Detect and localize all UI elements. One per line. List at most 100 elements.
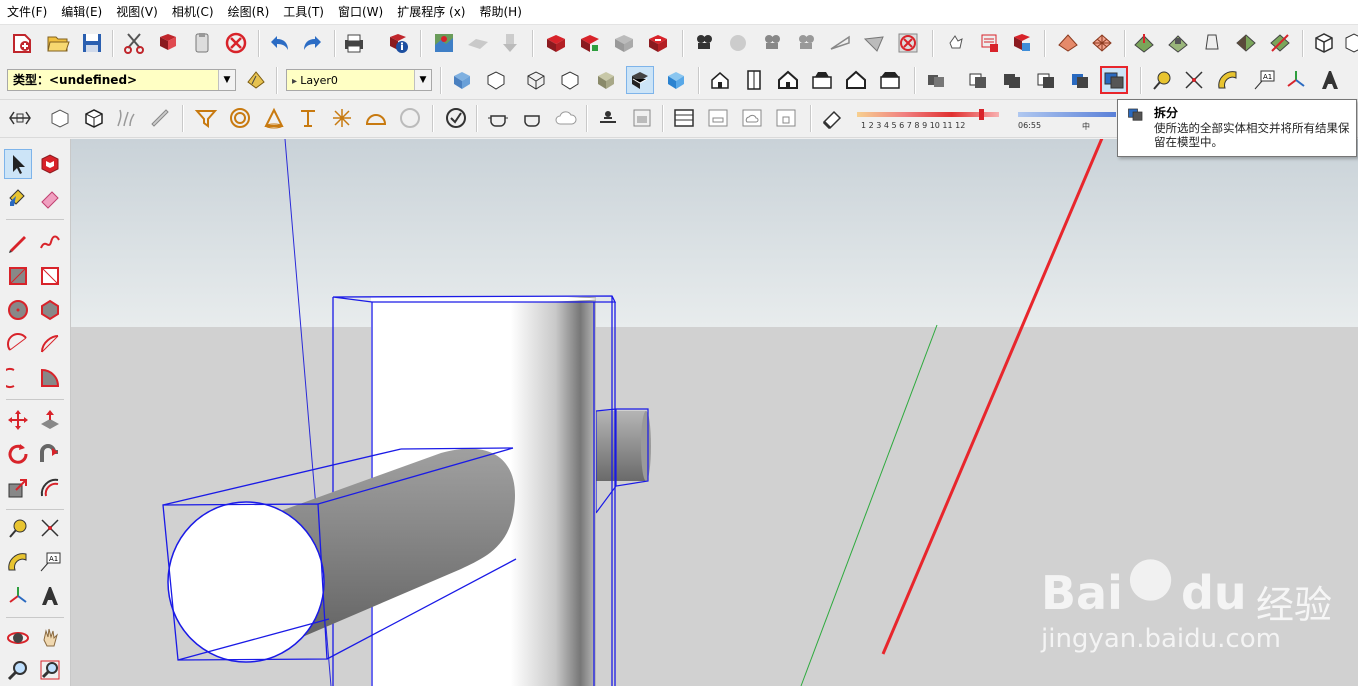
- scale-icon[interactable]: [4, 473, 32, 503]
- push-pull-icon[interactable]: [36, 405, 64, 435]
- delete-camera-icon[interactable]: [894, 29, 922, 57]
- back-edges-icon[interactable]: [482, 66, 510, 94]
- paint-bucket-icon[interactable]: [4, 183, 32, 213]
- sandbox-box-icon[interactable]: [46, 104, 74, 132]
- erase-delete-icon[interactable]: [222, 29, 250, 57]
- month-slider-thumb[interactable]: [979, 109, 984, 120]
- render-settings-icon[interactable]: [594, 104, 622, 132]
- photo-texture-icon[interactable]: [496, 29, 524, 57]
- flip-edge-icon[interactable]: [1266, 29, 1294, 57]
- model-viewport[interactable]: Bai ● du 经验 jingyan.baidu.com: [71, 139, 1358, 686]
- front-view-icon[interactable]: [774, 66, 802, 94]
- sphere-icon[interactable]: [396, 104, 424, 132]
- cone-icon[interactable]: [260, 104, 288, 132]
- funnel-icon[interactable]: [192, 104, 220, 132]
- paste-icon[interactable]: [188, 29, 216, 57]
- menu-help[interactable]: 帮助(H): [472, 0, 528, 24]
- component-cube-icon[interactable]: [1310, 29, 1338, 57]
- section-plane-icon[interactable]: [6, 104, 34, 132]
- offset-icon[interactable]: [36, 473, 64, 503]
- polygon-icon[interactable]: [36, 295, 64, 325]
- trim-icon[interactable]: [1066, 66, 1094, 94]
- window-frame-icon[interactable]: [670, 104, 698, 132]
- target-icon[interactable]: [226, 104, 254, 132]
- rotate-icon[interactable]: [4, 439, 32, 469]
- layout-send-icon[interactable]: [976, 29, 1004, 57]
- pencil-line-icon[interactable]: [4, 227, 32, 257]
- menu-file[interactable]: 文件(F): [0, 0, 54, 24]
- style-builder-icon[interactable]: [1008, 29, 1036, 57]
- menu-edit[interactable]: 编辑(E): [54, 0, 109, 24]
- cloud-frame-icon[interactable]: [738, 104, 766, 132]
- teapot-icon[interactable]: [484, 104, 512, 132]
- share-component-icon[interactable]: [610, 29, 638, 57]
- tape-measure-icon[interactable]: [1148, 66, 1176, 94]
- smoove-icon[interactable]: [1130, 29, 1158, 57]
- time-slider[interactable]: [1018, 112, 1116, 117]
- pie-icon[interactable]: [36, 363, 64, 393]
- split-button[interactable]: [1100, 66, 1128, 94]
- move-icon[interactable]: [4, 405, 32, 435]
- right-view-icon[interactable]: [808, 66, 836, 94]
- entity-type-field[interactable]: 类型：<undefined> ▼: [7, 69, 236, 91]
- menu-camera[interactable]: 相机(C): [165, 0, 221, 24]
- camera-match-icon[interactable]: [792, 29, 820, 57]
- text-tool-icon[interactable]: A1: [1250, 66, 1278, 94]
- clear-location-icon[interactable]: [724, 29, 752, 57]
- stamp-icon[interactable]: [1164, 29, 1192, 57]
- chevron-down-icon[interactable]: ▼: [218, 70, 235, 90]
- share-model-icon[interactable]: [576, 29, 604, 57]
- teapot-hand-icon[interactable]: [518, 104, 546, 132]
- three-point-arc-icon[interactable]: [4, 363, 32, 393]
- dome-icon[interactable]: [362, 104, 390, 132]
- freehand-icon[interactable]: [36, 227, 64, 257]
- cut-icon[interactable]: [120, 29, 148, 57]
- back-view-icon[interactable]: [842, 66, 870, 94]
- sandbox-contours-icon[interactable]: [1054, 29, 1082, 57]
- menu-view[interactable]: 视图(V): [109, 0, 165, 24]
- dimension-icon[interactable]: [1180, 66, 1208, 94]
- monochrome-icon[interactable]: [662, 66, 690, 94]
- lock-frame-icon[interactable]: [772, 104, 800, 132]
- hidden-line-icon[interactable]: [556, 66, 584, 94]
- select-arrow-icon[interactable]: [4, 149, 32, 179]
- month-slider[interactable]: [857, 112, 999, 117]
- add-detail-icon[interactable]: [1232, 29, 1260, 57]
- rotated-rectangle-icon[interactable]: [36, 261, 64, 291]
- pan-hand-icon[interactable]: [36, 623, 64, 653]
- terrain-icon[interactable]: [464, 29, 492, 57]
- geo-location-icon[interactable]: [430, 29, 458, 57]
- 3d-text-icon[interactable]: [1316, 66, 1344, 94]
- print-icon[interactable]: [340, 29, 368, 57]
- two-point-arc-icon[interactable]: [36, 329, 64, 359]
- dimension-tool-icon[interactable]: [36, 513, 64, 543]
- top-view-icon[interactable]: [740, 66, 768, 94]
- component-cube-2-icon[interactable]: [1340, 29, 1358, 57]
- undo-icon[interactable]: [266, 29, 294, 57]
- paint-stroke-icon[interactable]: [146, 104, 174, 132]
- text-label-icon[interactable]: A1: [36, 547, 64, 577]
- zoom-icon[interactable]: [4, 655, 32, 685]
- menu-tools[interactable]: 工具(T): [276, 0, 331, 24]
- chevron-down-icon[interactable]: ▼: [414, 70, 431, 90]
- zoom-window-icon[interactable]: [36, 655, 64, 685]
- burst-icon[interactable]: [328, 104, 356, 132]
- union-icon[interactable]: [998, 66, 1026, 94]
- orbit-icon[interactable]: [4, 623, 32, 653]
- intersect-icon[interactable]: [964, 66, 992, 94]
- sandbox-scratch-icon[interactable]: [1088, 29, 1116, 57]
- warehouse-icon[interactable]: [542, 29, 570, 57]
- left-view-icon[interactable]: [876, 66, 904, 94]
- axes-icon[interactable]: [1282, 66, 1310, 94]
- cloud-icon[interactable]: [552, 104, 580, 132]
- protractor-tool-icon[interactable]: [4, 547, 32, 577]
- tape-measure-tool-icon[interactable]: [4, 513, 32, 543]
- grass-icon[interactable]: [112, 104, 140, 132]
- menu-extensions[interactable]: 扩展程序 (x): [390, 0, 472, 24]
- paint-layer-icon[interactable]: [242, 66, 270, 94]
- menu-window[interactable]: 窗口(W): [331, 0, 390, 24]
- save-icon[interactable]: [78, 29, 106, 57]
- new-file-icon[interactable]: [8, 29, 36, 57]
- drape-icon[interactable]: [1198, 29, 1226, 57]
- shaded-textures-icon[interactable]: [626, 66, 654, 94]
